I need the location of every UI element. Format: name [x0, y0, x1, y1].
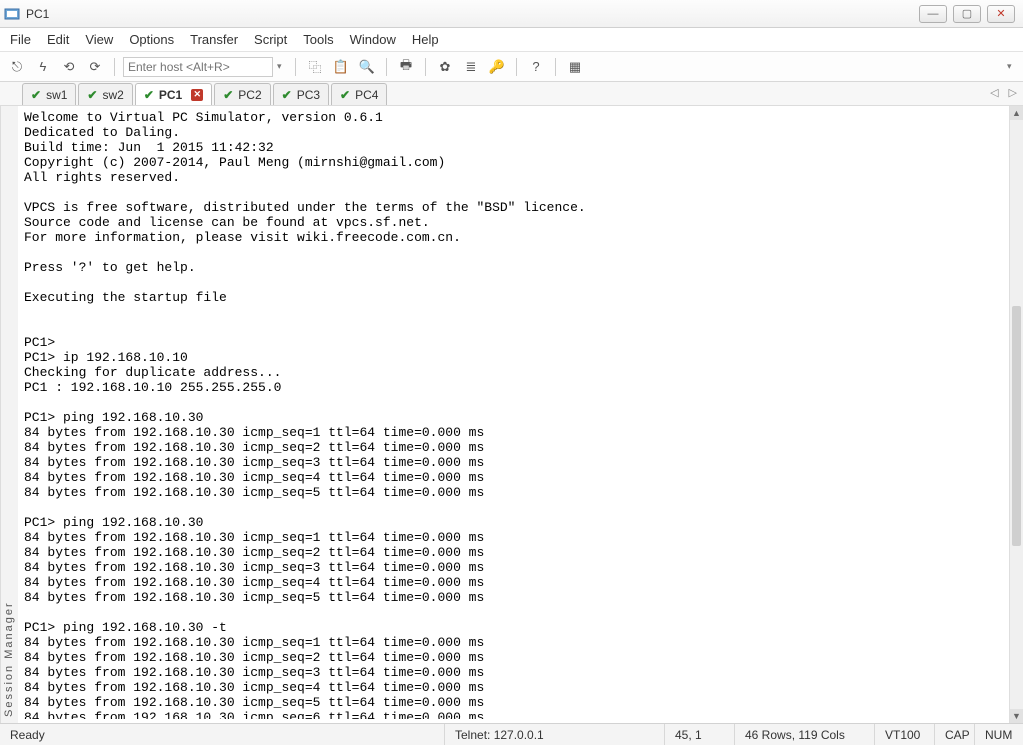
status-ready: Ready	[0, 724, 445, 745]
lightning-icon[interactable]: ϟ	[32, 56, 54, 78]
tab-label: PC1	[159, 88, 182, 102]
menu-edit[interactable]: Edit	[47, 32, 69, 47]
check-icon: ✔	[340, 88, 350, 102]
terminal-text: Welcome to Virtual PC Simulator, version…	[24, 110, 586, 719]
session-tabs: ✔ sw1 ✔ sw2 ✔ PC1 ✕ ✔ PC2 ✔ PC3 ✔ PC4 ◁ ▷	[0, 82, 1023, 106]
session-manager-strip[interactable]: Session Manager	[0, 106, 18, 723]
paste-icon[interactable]: 📋	[330, 56, 352, 78]
status-telnet: Telnet: 127.0.0.1	[445, 724, 665, 745]
quick-connect-icon[interactable]: ⎋	[6, 56, 28, 78]
find-icon[interactable]: 🔍	[356, 56, 378, 78]
tab-sw2[interactable]: ✔ sw2	[78, 83, 132, 105]
tab-pc2[interactable]: ✔ PC2	[214, 83, 270, 105]
terminal-output[interactable]: Welcome to Virtual PC Simulator, version…	[24, 110, 1009, 719]
tab-close-icon[interactable]: ✕	[191, 89, 203, 101]
scrollbar[interactable]: ▲ ▼	[1009, 106, 1023, 723]
host-input[interactable]	[123, 57, 273, 77]
maximize-button[interactable]: ▢	[953, 5, 981, 23]
disconnect-icon[interactable]: ⟳	[84, 56, 106, 78]
key-icon[interactable]: 🔑	[486, 56, 508, 78]
settings-icon[interactable]: ✿	[434, 56, 456, 78]
check-icon: ✔	[87, 88, 97, 102]
check-icon: ✔	[282, 88, 292, 102]
tab-label: PC2	[238, 88, 261, 102]
scroll-thumb[interactable]	[1012, 306, 1021, 546]
tab-label: sw2	[102, 88, 123, 102]
tab-label: sw1	[46, 88, 67, 102]
app-icon	[4, 6, 20, 22]
close-button[interactable]: ✕	[987, 5, 1015, 23]
scroll-down-icon[interactable]: ▼	[1010, 709, 1023, 723]
window-title: PC1	[26, 7, 49, 21]
tab-label: PC3	[297, 88, 320, 102]
terminal-area[interactable]: Welcome to Virtual PC Simulator, version…	[18, 106, 1023, 723]
tab-pc3[interactable]: ✔ PC3	[273, 83, 329, 105]
print-icon[interactable]: 🖶	[395, 56, 417, 78]
title-bar: PC1 — ▢ ✕	[0, 0, 1023, 28]
check-icon: ✔	[223, 88, 233, 102]
tab-prev-icon[interactable]: ◁	[990, 86, 998, 99]
menu-bar: File Edit View Options Transfer Script T…	[0, 28, 1023, 52]
tab-label: PC4	[355, 88, 378, 102]
help-icon[interactable]: ?	[525, 56, 547, 78]
menu-view[interactable]: View	[85, 32, 113, 47]
toolbar: ⎋ ϟ ⟲ ⟳ ▾ ⿻ 📋 🔍 🖶 ✿ ≣ 🔑 ? ▦ ▾	[0, 52, 1023, 82]
minimize-button[interactable]: —	[919, 5, 947, 23]
menu-options[interactable]: Options	[129, 32, 174, 47]
menu-file[interactable]: File	[10, 32, 31, 47]
menu-script[interactable]: Script	[254, 32, 287, 47]
status-size: 46 Rows, 119 Cols	[735, 724, 875, 745]
copy-icon[interactable]: ⿻	[304, 56, 326, 78]
check-icon: ✔	[144, 88, 154, 102]
options-icon[interactable]: ≣	[460, 56, 482, 78]
status-bar: Ready Telnet: 127.0.0.1 45, 1 46 Rows, 1…	[0, 723, 1023, 745]
menu-tools[interactable]: Tools	[303, 32, 333, 47]
menu-help[interactable]: Help	[412, 32, 439, 47]
tab-sw1[interactable]: ✔ sw1	[22, 83, 76, 105]
check-icon: ✔	[31, 88, 41, 102]
tab-next-icon[interactable]: ▷	[1009, 86, 1017, 99]
status-pos: 45, 1	[665, 724, 735, 745]
status-num: NUM	[975, 724, 1023, 745]
scroll-up-icon[interactable]: ▲	[1010, 106, 1023, 120]
menu-transfer[interactable]: Transfer	[190, 32, 238, 47]
tile-icon[interactable]: ▦	[564, 56, 586, 78]
toolbar-overflow-icon[interactable]: ▾	[1007, 61, 1017, 72]
reconnect-icon[interactable]: ⟲	[58, 56, 80, 78]
status-cap: CAP	[935, 724, 975, 745]
host-dropdown-icon[interactable]: ▾	[277, 61, 287, 72]
menu-window[interactable]: Window	[350, 32, 396, 47]
tab-pc4[interactable]: ✔ PC4	[331, 83, 387, 105]
status-term: VT100	[875, 724, 935, 745]
tab-pc1[interactable]: ✔ PC1 ✕	[135, 83, 212, 105]
